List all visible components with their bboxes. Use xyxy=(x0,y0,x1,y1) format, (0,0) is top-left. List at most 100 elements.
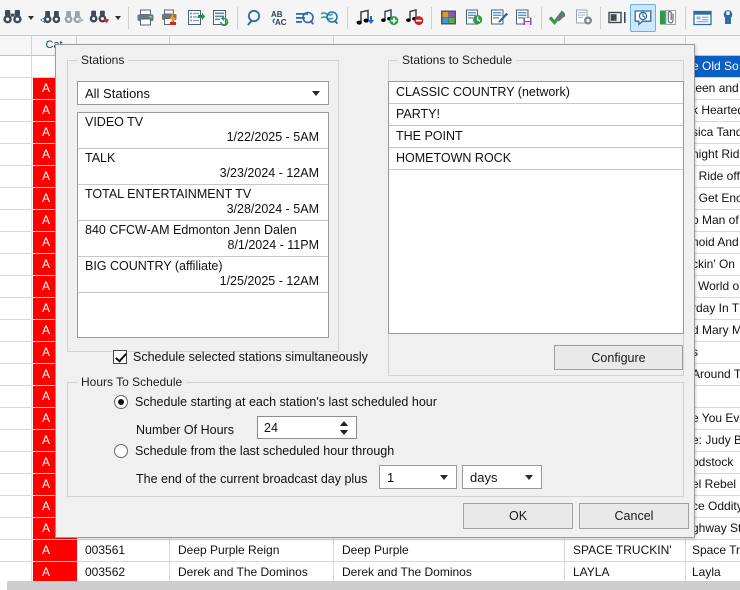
approximate-filter-icon[interactable] xyxy=(318,4,343,32)
find-dropdown-caret[interactable] xyxy=(25,4,37,32)
scheduled-station-item[interactable]: CLASSIC COUNTRY (network) xyxy=(389,82,683,104)
row-selector-cell[interactable] xyxy=(0,78,32,99)
stepper-arrows-icon[interactable] xyxy=(340,420,349,436)
scheduled-station-item[interactable]: PARTY! xyxy=(389,104,683,126)
export-list-icon[interactable] xyxy=(183,4,208,32)
find-icon[interactable] xyxy=(0,4,25,32)
cancel-button[interactable]: Cancel xyxy=(579,503,689,529)
station-list-item[interactable]: 840 CFCW-AM Edmonton Jenn Dalen 8/1/2024 … xyxy=(78,221,328,257)
ok-button[interactable]: OK xyxy=(463,503,573,529)
title-caps-cell[interactable]: LAYLA xyxy=(566,562,686,583)
search-icon[interactable] xyxy=(242,4,267,32)
row-selector-cell[interactable] xyxy=(0,320,32,341)
song-id-cell[interactable]: 003562 xyxy=(78,562,170,583)
panel-toggle-icon[interactable] xyxy=(605,4,630,32)
broadcast-day-amount-combo[interactable]: 1 xyxy=(379,465,457,489)
row-selector-cell[interactable] xyxy=(0,364,32,385)
application-window: AB AC Cat e Old So A teen and A k Hearte… xyxy=(0,0,740,590)
row-selector-cell[interactable] xyxy=(0,188,32,209)
station-last-scheduled: 8/1/2024 - 11PM xyxy=(227,238,320,252)
ab-ac-replace-icon[interactable]: AB AC xyxy=(268,4,293,32)
row-selector-cell[interactable] xyxy=(0,122,32,143)
find-previous-icon[interactable] xyxy=(37,4,62,32)
station-list-item[interactable]: TOTAL ENTERTAINMENT TV 3/28/2024 - 5AM xyxy=(78,185,328,221)
schedule-simultaneously-checkbox[interactable]: Schedule selected stations simultaneousl… xyxy=(113,350,368,364)
configure-button[interactable]: Configure xyxy=(554,345,683,370)
row-selector-cell[interactable] xyxy=(0,56,32,77)
tools-wrench-icon[interactable] xyxy=(715,4,740,32)
print-icon[interactable] xyxy=(133,4,158,32)
artist-cell[interactable]: Derek and The Dominos xyxy=(335,562,565,583)
clock-editor-icon[interactable] xyxy=(462,4,487,32)
find-favorite-caret[interactable] xyxy=(112,4,124,32)
row-selector-cell[interactable] xyxy=(0,540,32,561)
station-name: BIG COUNTRY (affiliate) xyxy=(85,259,223,273)
scheduled-station-item[interactable]: HOMETOWN ROCK xyxy=(389,148,683,170)
title-cell[interactable]: Deep Purple Reign xyxy=(171,540,334,561)
row-selector-cell[interactable] xyxy=(0,298,32,319)
station-last-scheduled: 1/25/2025 - 12AM xyxy=(219,274,319,288)
row-selector-cell[interactable] xyxy=(0,452,32,473)
row-selector-cell[interactable] xyxy=(0,496,32,517)
row-selector-cell[interactable] xyxy=(0,430,32,451)
verify-check-wrench-icon[interactable] xyxy=(546,4,571,32)
row-selector-cell[interactable] xyxy=(0,342,32,363)
edit-log-icon[interactable] xyxy=(487,4,512,32)
row-selector-cell[interactable] xyxy=(0,386,32,407)
categories-color-grid-icon[interactable] xyxy=(436,4,461,32)
radio-unselected-icon xyxy=(114,444,128,458)
song-delete-icon[interactable] xyxy=(402,4,427,32)
station-name: VIDEO TV xyxy=(85,115,144,129)
row-selector-cell[interactable] xyxy=(0,562,32,583)
library-window-icon[interactable] xyxy=(690,4,715,32)
toolbar-separator xyxy=(347,6,348,29)
number-of-hours-stepper[interactable]: 24 xyxy=(257,416,357,439)
table-row[interactable]: A 003561 Deep Purple Reign Deep Purple SPACE… xyxy=(0,540,740,562)
grid-horizontal-scrollbar[interactable] xyxy=(7,581,740,590)
quick-print-icon[interactable] xyxy=(158,4,183,32)
attachment-icon[interactable] xyxy=(656,4,681,32)
row-selector-cell[interactable] xyxy=(0,518,32,539)
find-favorite-icon[interactable] xyxy=(87,4,112,32)
broadcast-day-unit-combo[interactable]: days xyxy=(462,465,542,489)
radio-schedule-from-last-hour[interactable]: Schedule starting at each station's last… xyxy=(114,395,437,409)
song-id-cell[interactable]: 003561 xyxy=(78,540,170,561)
find-next-icon[interactable] xyxy=(62,4,87,32)
row-selector-cell[interactable] xyxy=(0,232,32,253)
station-list-item[interactable]: TALK 3/23/2024 - 12AM xyxy=(78,149,328,185)
artist-cell[interactable]: Deep Purple xyxy=(335,540,565,561)
save-log-icon[interactable] xyxy=(512,4,537,32)
station-list-item[interactable]: BIG COUNTRY (affiliate) 1/25/2025 - 12AM xyxy=(78,257,328,293)
station-filter-combo[interactable]: All Stations xyxy=(77,81,329,105)
stations-to-schedule-listbox[interactable]: CLASSIC COUNTRY (network) PARTY! THE POINT… xyxy=(388,81,684,334)
row-selector-cell[interactable] xyxy=(0,144,32,165)
title-mixed-cell[interactable]: Layla xyxy=(687,562,740,583)
title-mixed-cell[interactable]: Space Trucki xyxy=(687,540,740,561)
title-caps-cell[interactable]: SPACE TRUCKIN' xyxy=(566,540,686,561)
song-add-icon[interactable] xyxy=(377,4,402,32)
radio-through-label: Schedule from the last scheduled hour th… xyxy=(135,444,395,458)
main-toolbar: AB AC xyxy=(0,0,740,36)
row-selector-cell[interactable] xyxy=(0,474,32,495)
broadcast-day-unit-value: days xyxy=(470,469,498,485)
document-settings-icon[interactable] xyxy=(571,4,596,32)
schedule-icon[interactable] xyxy=(630,3,656,32)
refresh-list-icon[interactable] xyxy=(208,4,233,32)
stations-listbox[interactable]: VIDEO TV 1/22/2025 - 5AM TALK 3/23/2024 - 1… xyxy=(77,112,329,338)
radio-schedule-through[interactable]: Schedule from the last scheduled hour th… xyxy=(114,444,394,458)
category-cell[interactable]: A xyxy=(33,562,77,583)
row-selector-cell[interactable] xyxy=(0,166,32,187)
title-cell[interactable]: Derek and The Dominos xyxy=(171,562,334,583)
song-import-icon[interactable] xyxy=(352,4,377,32)
row-selector-cell[interactable] xyxy=(0,276,32,297)
row-selector-cell[interactable] xyxy=(0,408,32,429)
station-list-item[interactable]: VIDEO TV 1/22/2025 - 5AM xyxy=(78,113,328,149)
filter-icon[interactable] xyxy=(293,4,318,32)
schedule-dialog: Stations All Stations VIDEO TV 1/22/2025 … xyxy=(55,44,695,538)
row-selector-cell[interactable] xyxy=(0,254,32,275)
row-selector-cell[interactable] xyxy=(0,210,32,231)
row-selector-cell[interactable] xyxy=(0,100,32,121)
category-cell[interactable]: A xyxy=(33,540,77,561)
scheduled-station-item[interactable]: THE POINT xyxy=(389,126,683,148)
grid-header-select xyxy=(0,36,32,55)
